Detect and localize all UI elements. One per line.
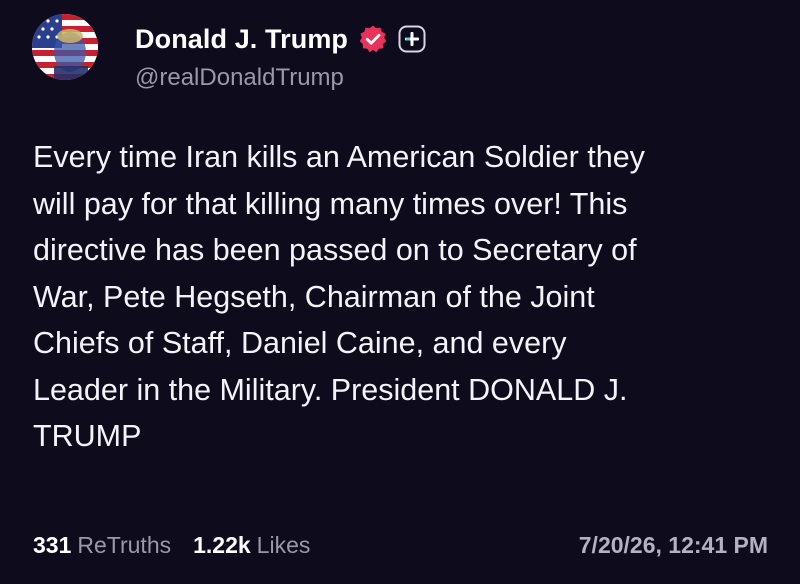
likes-stat[interactable]: 1.22k Likes xyxy=(193,532,310,559)
author-name-row: Donald J. Trump xyxy=(135,22,426,56)
retruths-stat[interactable]: 331 ReTruths xyxy=(33,532,171,559)
profile-avatar[interactable] xyxy=(32,14,98,80)
avatar-flag-portrait-icon xyxy=(32,14,98,80)
plus-icon[interactable] xyxy=(398,25,426,53)
likes-count: 1.22k xyxy=(193,531,251,558)
post-timestamp[interactable]: 7/20/26, 12:41 PM xyxy=(579,532,768,559)
retruths-count: 331 xyxy=(33,531,72,558)
verified-badge-icon xyxy=(358,24,388,54)
author-display-name[interactable]: Donald J. Trump xyxy=(135,24,348,55)
likes-label: Likes xyxy=(256,531,311,558)
post-body-text: Every time Iran kills an American Soldie… xyxy=(33,140,645,453)
post-footer: 331 ReTruths 1.22k Likes 7/20/26, 12:41 … xyxy=(33,528,768,562)
author-handle[interactable]: @realDonaldTrump xyxy=(135,64,344,92)
retruths-label: ReTruths xyxy=(77,531,172,558)
post-card: Donald J. Trump @realDonaldTrump Every t… xyxy=(0,0,800,584)
